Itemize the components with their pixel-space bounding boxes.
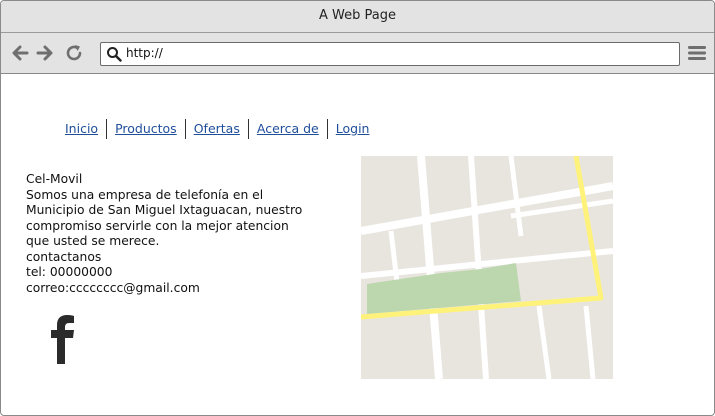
url-text[interactable]: http:// <box>126 46 163 60</box>
contact-heading: contactanos <box>26 249 102 264</box>
phone-number: tel: 00000000 <box>26 265 113 279</box>
search-icon <box>107 47 122 62</box>
nav-link-inicio[interactable]: Inicio <box>57 119 106 139</box>
forward-arrow-icon[interactable] <box>35 43 55 63</box>
browser-window: A Web Page http:// Inicio Productos Ofer… <box>0 0 715 416</box>
email-address: correo:cccccccc@gmail.com <box>26 280 200 295</box>
description-line: compromiso servirle con la mejor atencio… <box>26 218 289 233</box>
back-arrow-icon[interactable] <box>10 43 30 63</box>
nav-link-ofertas[interactable]: Ofertas <box>186 119 248 139</box>
nav-link-productos[interactable]: Productos <box>107 119 185 139</box>
company-name: Cel-Movil <box>26 172 83 186</box>
map-image <box>361 156 613 379</box>
facebook-icon[interactable] <box>47 314 81 364</box>
nav-link-acerca-de[interactable]: Acerca de <box>249 119 327 139</box>
description-line: Municipio de San Miguel Ixtaguacan, nues… <box>26 203 303 217</box>
description-line: que usted se merece. <box>26 234 160 248</box>
window-title: A Web Page <box>319 8 396 23</box>
nav-link-login[interactable]: Login <box>328 119 378 139</box>
description-line: Somos una empresa de telefonía en el <box>26 187 264 202</box>
address-bar[interactable]: http:// <box>100 42 680 66</box>
company-info: Cel-Movil Somos una empresa de telefonía… <box>26 172 316 296</box>
main-navigation: Inicio Productos Ofertas Acerca de Login <box>57 118 377 140</box>
title-bar: A Web Page <box>1 1 714 33</box>
reload-icon[interactable] <box>64 43 84 63</box>
browser-toolbar: http:// <box>1 33 714 74</box>
hamburger-menu-icon[interactable] <box>687 43 707 63</box>
